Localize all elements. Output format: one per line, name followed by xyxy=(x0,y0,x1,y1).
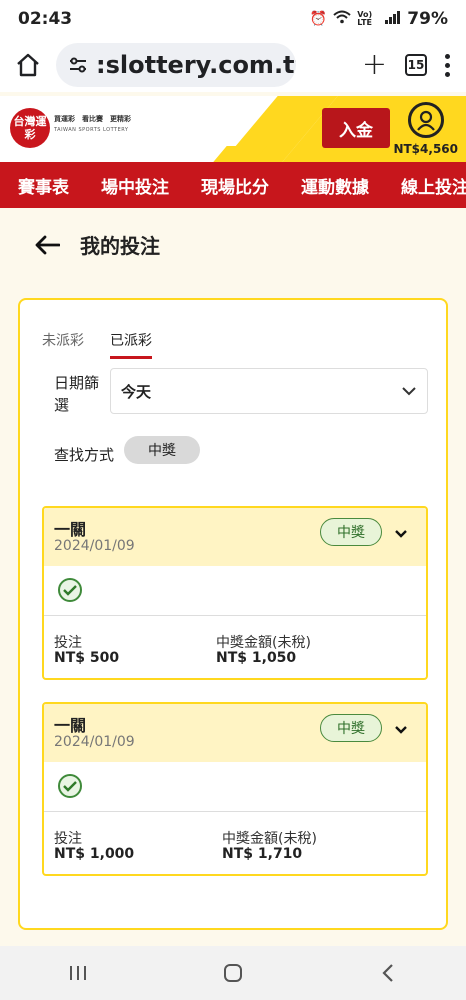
site-logo[interactable]: 台灣運彩 xyxy=(10,108,50,148)
page-header: 我的投注 xyxy=(34,230,160,259)
bet-date: 2024/01/09 xyxy=(54,538,135,554)
nav-item-live-betting[interactable]: 場中投注 xyxy=(101,173,169,198)
home-button-icon[interactable] xyxy=(213,958,253,988)
back-button-icon[interactable] xyxy=(368,958,408,988)
payout-label: 中獎金額(未稅) xyxy=(222,831,317,847)
more-options-icon[interactable] xyxy=(445,53,450,77)
status-icons: ⏰ Vo) LTE 79% xyxy=(310,9,448,29)
signal-icon xyxy=(385,10,401,28)
main-nav: 賽事表 場中投注 現場比分 運動數據 線上投注 xyxy=(0,162,466,208)
wifi-icon xyxy=(333,10,351,28)
status-badge: 中獎 xyxy=(320,714,382,742)
stake-label: 投注 xyxy=(54,635,82,651)
url-text: :slottery.com.tw xyxy=(96,51,296,79)
bet-date: 2024/01/09 xyxy=(54,734,135,750)
site-settings-icon[interactable] xyxy=(66,53,90,77)
check-icon xyxy=(58,578,82,602)
battery-level: 79% xyxy=(407,9,448,29)
date-filter-value: 今天 xyxy=(121,382,152,401)
bet-type: 一關 xyxy=(54,520,87,539)
chevron-down-icon[interactable] xyxy=(394,524,408,543)
bet-result-row xyxy=(44,566,426,616)
bet-amounts: 投注 NT$ 1,000 中獎金額(未稅) NT$ 1,710 xyxy=(44,812,426,874)
recent-apps-icon[interactable] xyxy=(58,958,98,988)
payout-value: NT$ 1,050 xyxy=(216,650,297,666)
logo-tagline: 買運彩 看比賽 更精彩 TAIWAN SPORTS LOTTERY xyxy=(54,115,131,133)
nav-item-schedule[interactable]: 賽事表 xyxy=(18,173,69,198)
bet-result-row xyxy=(44,762,426,812)
status-time: 02:43 xyxy=(18,9,73,29)
chevron-down-icon xyxy=(401,382,417,400)
bet-type: 一關 xyxy=(54,716,87,735)
account-balance: NT$4,560 xyxy=(393,142,458,156)
stake-value: NT$ 1,000 xyxy=(54,846,135,862)
tab-switcher-button[interactable]: 15 xyxy=(405,54,427,76)
bet-header[interactable]: 一關 2024/01/09 中獎 xyxy=(44,508,426,566)
alarm-icon: ⏰ xyxy=(309,11,328,27)
stake-value: NT$ 500 xyxy=(54,650,120,666)
settlement-tabs: 未派彩 已派彩 xyxy=(42,330,152,359)
date-filter-select[interactable]: 今天 xyxy=(110,368,428,414)
bet-record: 一關 2024/01/09 中獎 投注 NT$ 500 中獎金額(未稅) NT$… xyxy=(42,506,428,680)
page-title: 我的投注 xyxy=(80,234,160,258)
stake-label: 投注 xyxy=(54,831,82,847)
search-method-chip[interactable]: 中獎 xyxy=(124,436,200,464)
nav-item-sports-data[interactable]: 運動數據 xyxy=(301,173,369,198)
bet-record: 一關 2024/01/09 中獎 投注 NT$ 1,000 中獎金額(未稅) N… xyxy=(42,702,428,876)
check-icon xyxy=(58,774,82,798)
search-method-label: 查找方式 xyxy=(54,446,115,464)
nav-item-live-scores[interactable]: 現場比分 xyxy=(201,173,269,198)
date-filter-label: 日期篩選 xyxy=(54,374,100,414)
payout-value: NT$ 1,710 xyxy=(222,846,303,862)
site-header: 台灣運彩 買運彩 看比賽 更精彩 TAIWAN SPORTS LOTTERY 入… xyxy=(0,96,466,162)
status-bar: 02:43 ⏰ Vo) LTE 79% xyxy=(0,0,466,38)
new-tab-icon[interactable]: + xyxy=(362,50,387,80)
home-icon[interactable] xyxy=(10,47,46,83)
bets-card: 未派彩 已派彩 日期篩選 今天 查找方式 中獎 一關 2024/01/09 中獎… xyxy=(18,298,448,930)
address-bar[interactable]: :slottery.com.tw xyxy=(56,43,296,87)
system-nav-bar xyxy=(0,946,466,1000)
bet-amounts: 投注 NT$ 500 中獎金額(未稅) NT$ 1,050 xyxy=(44,616,426,678)
nav-item-online-betting[interactable]: 線上投注 xyxy=(401,173,466,198)
deposit-button[interactable]: 入金 xyxy=(322,108,390,148)
bet-header[interactable]: 一關 2024/01/09 中獎 xyxy=(44,704,426,762)
payout-label: 中獎金額(未稅) xyxy=(216,635,311,651)
tab-settled[interactable]: 已派彩 xyxy=(110,330,152,359)
browser-toolbar: :slottery.com.tw + 15 xyxy=(0,38,466,92)
back-arrow-icon[interactable] xyxy=(34,231,62,259)
tab-unsettled[interactable]: 未派彩 xyxy=(42,330,84,359)
status-badge: 中獎 xyxy=(320,518,382,546)
lte-icon: Vo) LTE xyxy=(357,10,373,27)
user-account-icon[interactable] xyxy=(408,102,444,138)
chevron-down-icon[interactable] xyxy=(394,720,408,739)
